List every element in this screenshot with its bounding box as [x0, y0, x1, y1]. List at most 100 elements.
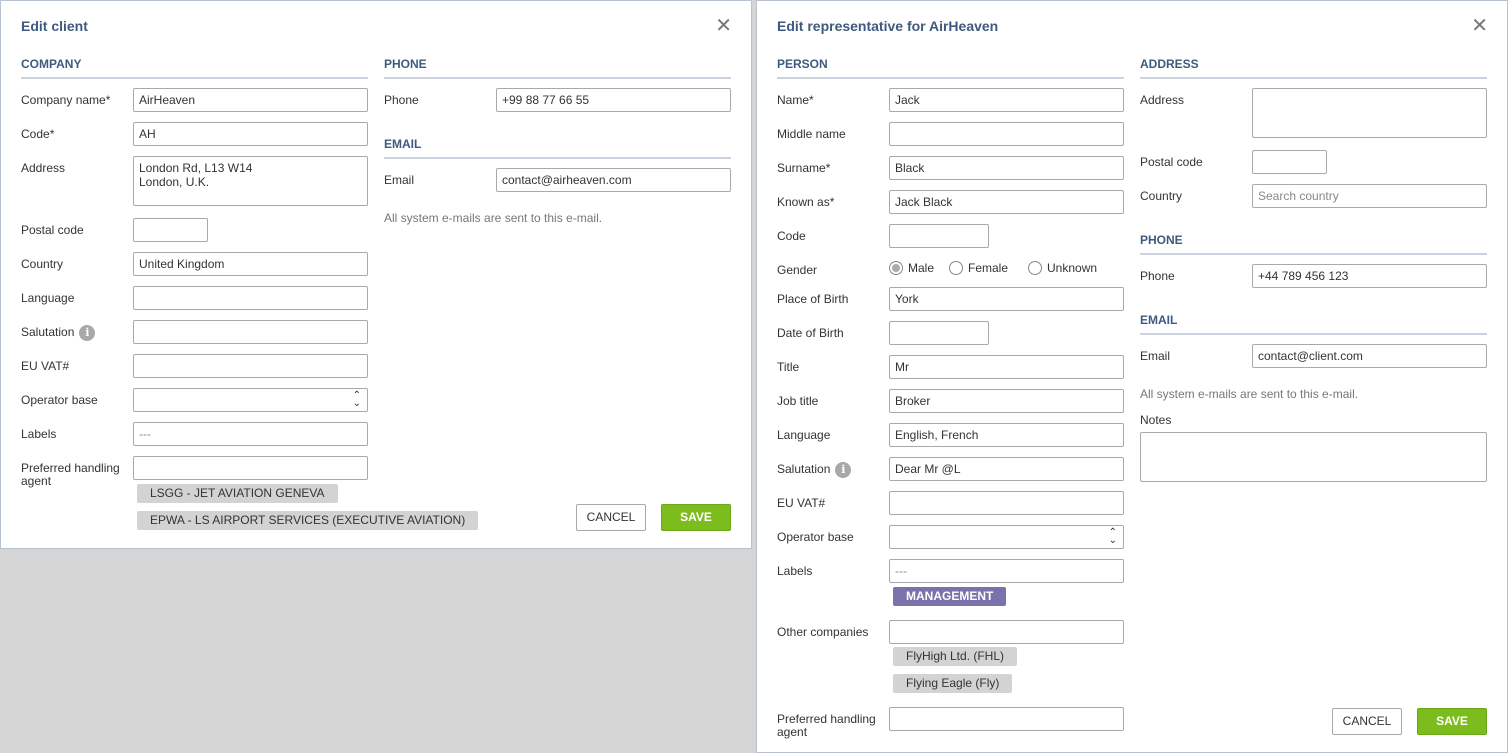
email-hint: All system e-mails are sent to this e-ma…	[1140, 387, 1359, 401]
postal-code-input[interactable]	[133, 218, 208, 242]
salutation-label: Salutation	[777, 462, 831, 477]
middle-name-input[interactable]	[889, 122, 1124, 146]
cancel-button[interactable]: CANCEL	[576, 504, 646, 531]
preferred-handling-agent-input[interactable]	[133, 456, 368, 480]
code-label: Code*	[21, 127, 55, 141]
date-of-birth-input[interactable]	[889, 321, 989, 345]
labels-input[interactable]: ---	[133, 422, 368, 446]
salutation-label-row: Salutation i	[21, 325, 96, 341]
notes-textarea[interactable]	[1140, 432, 1487, 482]
phone-input[interactable]: +44 789 456 123	[1252, 264, 1487, 288]
operator-base-select[interactable]: --- ⌃⌄	[133, 388, 368, 412]
eu-vat-label: EU VAT#	[777, 496, 826, 510]
title-input[interactable]: Mr	[889, 355, 1124, 379]
email-hint: All system e-mails are sent to this e-ma…	[384, 211, 603, 225]
operator-base-select[interactable]: --- ⌃⌄	[889, 525, 1124, 549]
labels-label: Labels	[777, 564, 813, 578]
preferred-handling-agent-label: Preferred handling agent	[777, 712, 876, 739]
cancel-button[interactable]: CANCEL	[1332, 708, 1402, 735]
save-button[interactable]: SAVE	[661, 504, 731, 531]
chevron-updown-icon: ⌃ ⌄	[352, 390, 361, 409]
agent-tag[interactable]: LSGG - JET AVIATION GENEVA	[137, 484, 338, 503]
radio-icon	[949, 261, 963, 275]
edit-client-dialog: Edit client ✕ COMPANY PHONE Company name…	[0, 0, 752, 549]
known-as-label: Known as*	[777, 195, 835, 209]
email-input[interactable]: contact@client.com	[1252, 344, 1487, 368]
company-tag[interactable]: Flying Eagle (Fly)	[893, 674, 1013, 693]
salutation-label: Salutation	[21, 325, 75, 340]
name-label: Name*	[777, 93, 814, 107]
section-phone: PHONE	[1140, 233, 1487, 255]
place-of-birth-label: Place of Birth	[777, 292, 849, 306]
preferred-handling-agent-label: Preferred handling agent	[21, 461, 120, 488]
operator-base-value: ---	[895, 544, 907, 548]
salutation-input[interactable]	[133, 320, 368, 344]
gender-unknown-radio[interactable]: Unknown	[1028, 261, 1097, 275]
operator-base-label: Operator base	[21, 393, 98, 407]
email-input[interactable]: contact@airheaven.com	[496, 168, 731, 192]
company-tag[interactable]: FlyHigh Ltd. (FHL)	[893, 647, 1018, 666]
date-of-birth-label: Date of Birth	[777, 326, 844, 340]
country-label: Country	[1140, 189, 1183, 203]
eu-vat-input[interactable]	[889, 491, 1124, 515]
radio-icon	[1028, 261, 1042, 275]
gender-female-radio[interactable]: Female	[949, 261, 1008, 275]
title-label: Title	[777, 360, 800, 374]
gender-male-radio[interactable]: Male	[889, 261, 934, 275]
agent-tag[interactable]: EPWA - LS AIRPORT SERVICES (EXECUTIVE AV…	[137, 511, 479, 530]
operator-base-label: Operator base	[777, 530, 854, 544]
job-title-input[interactable]: Broker	[889, 389, 1124, 413]
label-tag[interactable]: MANAGEMENT	[893, 587, 1007, 606]
country-search-input[interactable]: Search country	[1252, 184, 1487, 208]
name-input[interactable]: Jack	[889, 88, 1124, 112]
country-input[interactable]: United Kingdom	[133, 252, 368, 276]
address-label: Address	[1140, 93, 1185, 107]
address-textarea[interactable]: London Rd, L13 W14 London, U.K.	[133, 156, 368, 206]
surname-input[interactable]: Black	[889, 156, 1124, 180]
preferred-handling-agent-input[interactable]	[889, 707, 1124, 731]
known-as-input[interactable]: Jack Black	[889, 190, 1124, 214]
other-companies-label: Other companies	[777, 625, 869, 639]
close-icon[interactable]: ✕	[1471, 16, 1488, 36]
place-of-birth-input[interactable]: York	[889, 287, 1124, 311]
dialog-title: Edit representative for AirHeaven	[777, 18, 999, 34]
notes-label: Notes	[1140, 413, 1172, 427]
code-label: Code	[777, 229, 806, 243]
country-label: Country	[21, 257, 64, 271]
salutation-input[interactable]: Dear Mr @L	[889, 457, 1124, 481]
eu-vat-input[interactable]	[133, 354, 368, 378]
email-label: Email	[384, 173, 415, 187]
address-textarea[interactable]	[1252, 88, 1487, 138]
postal-code-input[interactable]	[1252, 150, 1327, 174]
language-label: Language	[21, 291, 75, 305]
operator-base-value: ---	[139, 407, 151, 411]
code-input[interactable]: AH	[133, 122, 368, 146]
language-label: Language	[777, 428, 831, 442]
company-name-input[interactable]: AirHeaven	[133, 88, 368, 112]
postal-code-label: Postal code	[1140, 155, 1203, 169]
phone-input[interactable]: +99 88 77 66 55	[496, 88, 731, 112]
gender-label: Gender	[777, 263, 818, 277]
phone-label: Phone	[384, 93, 419, 107]
info-icon[interactable]: i	[79, 325, 96, 341]
other-companies-input[interactable]	[889, 620, 1124, 644]
address-label: Address	[21, 161, 66, 175]
section-address: ADDRESS	[1140, 57, 1487, 79]
company-name-label: Company name*	[21, 93, 111, 107]
section-company: COMPANY	[21, 57, 368, 79]
language-input[interactable]: English, French	[889, 423, 1124, 447]
section-email: EMAIL	[384, 137, 731, 159]
labels-label: Labels	[21, 427, 57, 441]
labels-input[interactable]: ---	[889, 559, 1124, 583]
dialog-title: Edit client	[21, 18, 88, 34]
info-icon[interactable]: i	[835, 462, 852, 478]
surname-label: Surname*	[777, 161, 831, 175]
edit-representative-dialog: Edit representative for AirHeaven ✕ PERS…	[756, 0, 1508, 753]
postal-code-label: Postal code	[21, 223, 84, 237]
email-label: Email	[1140, 349, 1171, 363]
save-button[interactable]: SAVE	[1417, 708, 1487, 735]
code-input[interactable]	[889, 224, 989, 248]
language-input[interactable]	[133, 286, 368, 310]
close-icon[interactable]: ✕	[715, 16, 732, 36]
middle-name-label: Middle name	[777, 127, 846, 141]
